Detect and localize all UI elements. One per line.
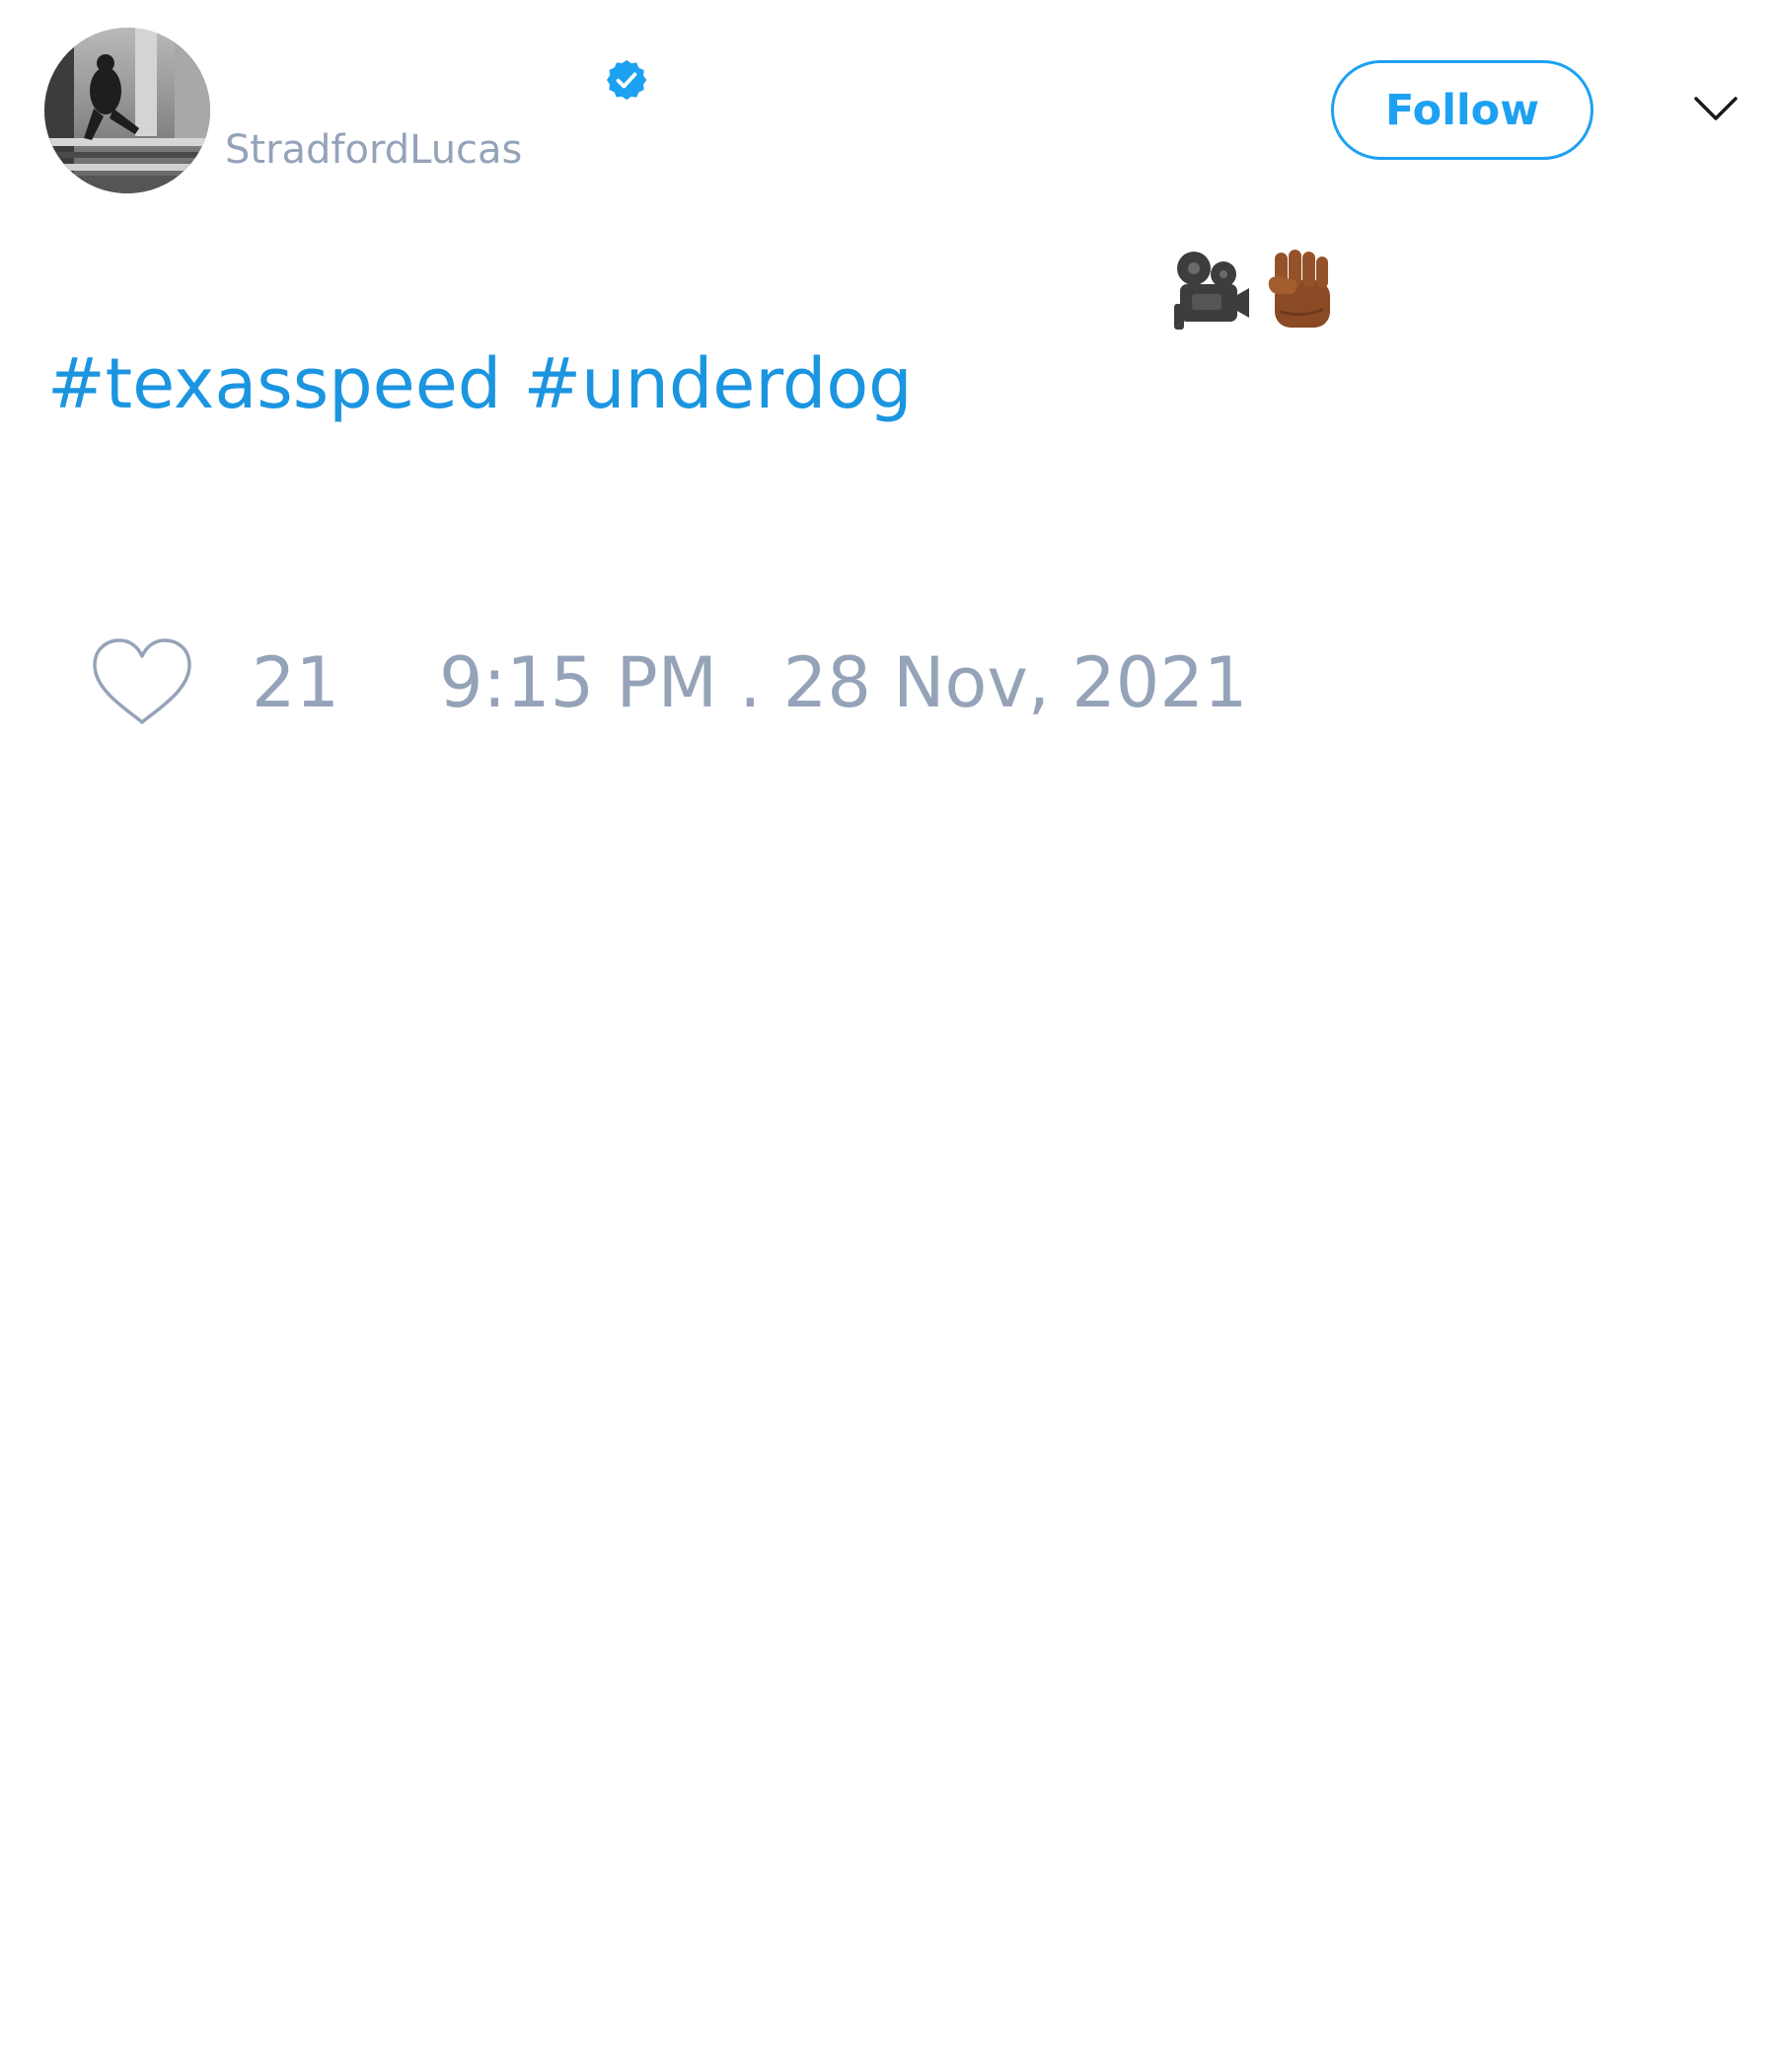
- avatar-photo: [44, 28, 210, 193]
- movie-camera-icon: [1174, 252, 1249, 330]
- chevron-down-icon[interactable]: [1691, 89, 1740, 128]
- raised-fist-icon: [1268, 250, 1330, 328]
- hashtag-link[interactable]: #texasspeed: [47, 343, 501, 424]
- heart-icon[interactable]: [89, 635, 195, 730]
- follow-button[interactable]: Follow: [1331, 60, 1593, 160]
- like-count: 21: [252, 642, 340, 723]
- tweet-hashtags: #texasspeed #underdog: [47, 341, 913, 426]
- tweet-timestamp[interactable]: 9:15 PM . 28 Nov, 2021: [439, 641, 1247, 724]
- tweet-emojis: [1172, 247, 1338, 332]
- author-avatar[interactable]: [44, 28, 210, 193]
- author-handle[interactable]: StradfordLucas: [225, 126, 522, 174]
- hashtag-link[interactable]: #underdog: [523, 343, 912, 424]
- verified-badge-icon: [604, 57, 649, 103]
